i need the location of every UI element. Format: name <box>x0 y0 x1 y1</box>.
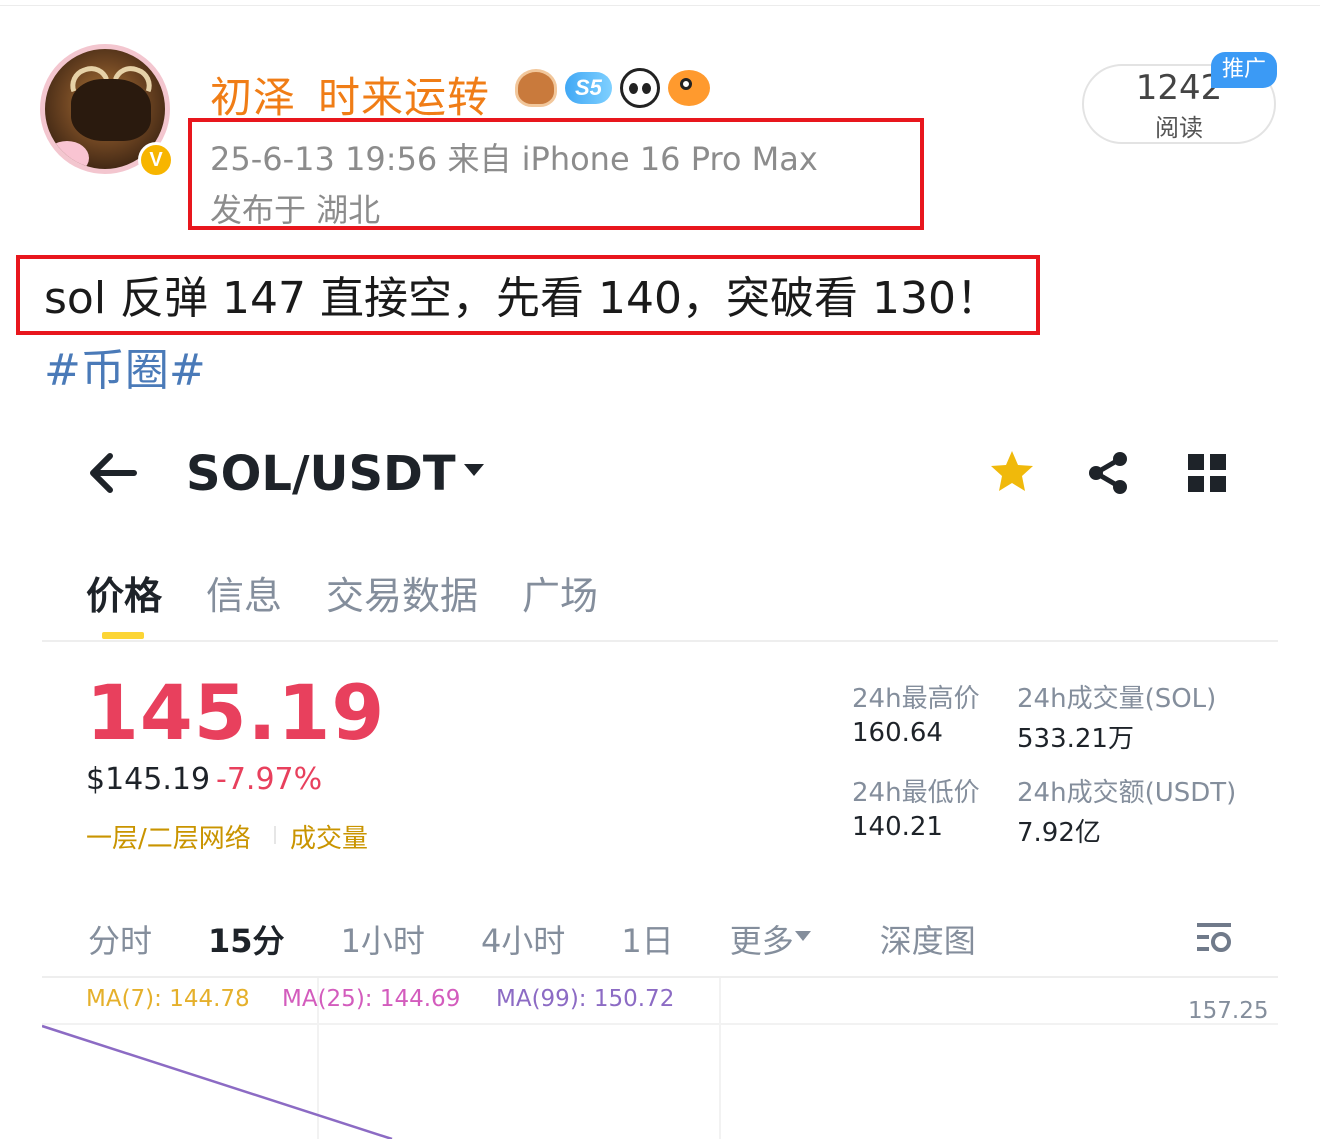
share-icon[interactable] <box>1086 450 1132 496</box>
interval-1h[interactable]: 1小时 <box>341 916 425 962</box>
app-tabs: 价格 信息 交易数据 广场 <box>86 565 598 620</box>
verified-badge-icon: V <box>138 142 174 178</box>
tag-volume[interactable]: 成交量 <box>290 818 368 855</box>
ma99-label: MA(99): 150.72 <box>496 986 675 1012</box>
post-time-source: 25-6-13 19:56 来自 iPhone 16 Pro Max <box>210 140 818 178</box>
tab-trading-data[interactable]: 交易数据 <box>326 565 478 620</box>
top-divider <box>0 5 1320 6</box>
post-text: sol 反弹 147 直接空，先看 140，突破看 130！ <box>44 273 1000 324</box>
avatar[interactable]: V <box>38 42 178 182</box>
stat-vol-sol-value: 533.21万 <box>1017 724 1134 754</box>
username[interactable]: 初泽_时来运转 <box>210 64 490 125</box>
user-badges: S5 <box>515 66 710 110</box>
read-label: 阅读 <box>1155 114 1203 142</box>
pair-title[interactable]: SOL/USDT <box>186 446 456 502</box>
tag-network[interactable]: 一层/二层网络 <box>86 818 251 855</box>
promo-tag[interactable]: 推广 <box>1211 52 1277 88</box>
price-axis-label: 157.25 <box>1188 998 1269 1024</box>
active-tab-indicator <box>102 632 144 639</box>
interval-line[interactable]: 分时 <box>88 916 152 962</box>
tab-square[interactable]: 广场 <box>522 565 598 620</box>
fish-badge-icon[interactable] <box>667 70 710 106</box>
price-change-percent: -7.97% <box>216 762 323 797</box>
stat-vol-usdt-value: 7.92亿 <box>1017 818 1101 848</box>
tab-info[interactable]: 信息 <box>206 565 282 620</box>
hashtag-link[interactable]: #币圈# <box>44 334 206 398</box>
stat-vol-usdt-label: 24h成交额(USDT) <box>1017 778 1237 808</box>
coconut-badge-icon[interactable] <box>515 69 557 107</box>
stat-low-value: 140.21 <box>852 812 943 842</box>
favorite-star-icon[interactable] <box>988 448 1036 496</box>
stat-vol-sol-label: 24h成交量(SOL) <box>1017 684 1217 714</box>
stat-high-value: 160.64 <box>852 718 943 748</box>
pig-sticker-icon <box>45 141 89 169</box>
last-price: 145.19 <box>86 668 386 757</box>
usd-price: $145.19 <box>86 762 211 797</box>
ma7-label: MA(7): 144.78 <box>86 986 250 1012</box>
bull-icon <box>71 79 151 141</box>
interval-more[interactable]: 更多 <box>730 916 794 962</box>
divider <box>42 640 1278 642</box>
interval-depth[interactable]: 深度图 <box>880 916 976 962</box>
ma25-label: MA(25): 144.69 <box>282 986 461 1012</box>
level-badge[interactable]: S5 <box>565 72 612 104</box>
interval-4h[interactable]: 4小时 <box>481 916 565 962</box>
interval-1d[interactable]: 1日 <box>621 916 673 962</box>
interval-bar: 分时 15分 1小时 4小时 1日 更多 深度图 <box>88 916 1032 962</box>
tag-separator <box>274 826 276 844</box>
caret-down-icon[interactable] <box>794 930 812 942</box>
ma99-line <box>42 1024 393 1139</box>
chart-settings-icon[interactable] <box>1196 920 1232 954</box>
grid-menu-icon[interactable] <box>1186 452 1228 494</box>
caret-down-icon[interactable] <box>462 462 486 478</box>
back-arrow-icon[interactable] <box>88 450 138 496</box>
post-location: 发布于 湖北 <box>210 191 381 229</box>
tab-price[interactable]: 价格 <box>86 565 162 620</box>
panda-badge-icon[interactable] <box>619 68 660 108</box>
stat-high-label: 24h最高价 <box>852 684 980 714</box>
stat-low-label: 24h最低价 <box>852 778 980 808</box>
interval-15m[interactable]: 15分 <box>208 916 285 962</box>
